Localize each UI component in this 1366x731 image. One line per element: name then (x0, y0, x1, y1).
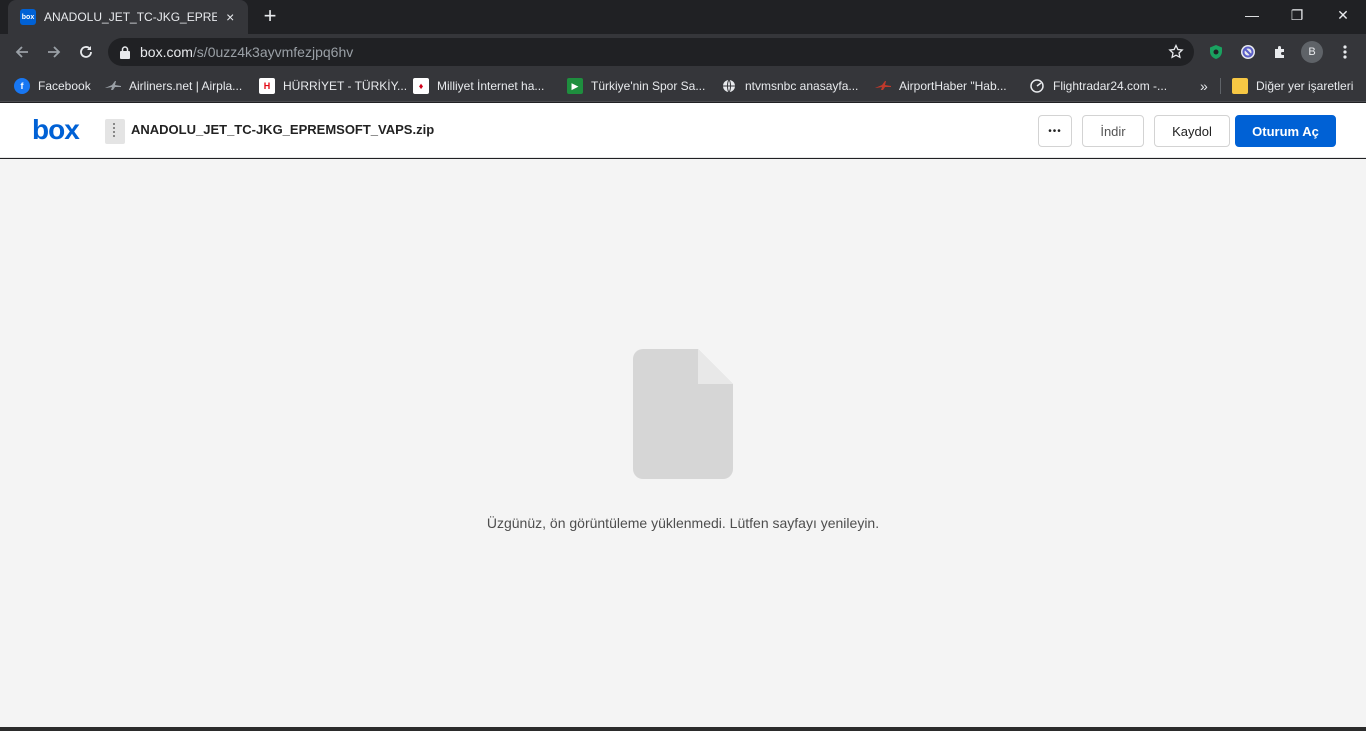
bottom-edge (0, 727, 1366, 731)
bookmark-label: AirportHaber "Hab... (899, 79, 1007, 93)
bookmark-label: Türkiye'nin Spor Sa... (591, 79, 706, 93)
preview-error-message: Üzgünüz, ön görüntüleme yüklenmedi. Lütf… (486, 515, 880, 531)
tab-title: ANADOLU_JET_TC-JKG_EPREMSOFT_VAPS.zip (44, 10, 217, 24)
bookmark-label: Diğer yer işaretleri (1256, 79, 1354, 93)
bookmark-label: Milliyet İnternet ha... (437, 79, 545, 93)
zip-file-icon (105, 119, 125, 144)
forward-arrow-icon (48, 46, 61, 58)
profile-avatar[interactable]: B (1301, 41, 1323, 63)
download-button[interactable]: İndir (1082, 115, 1144, 147)
file-name: ANADOLU_JET_TC-JKG_EPREMSOFT_VAPS.zip (131, 122, 435, 137)
url-path: /s/0uzz4k3ayvmfezjpq6hv (192, 44, 354, 60)
url-host: box.com (140, 44, 193, 60)
bookmark-label: Flightradar24.com -... (1053, 79, 1168, 93)
bookmark-hurriyet[interactable]: H HÜRRİYET - TÜRKİY... (259, 76, 407, 96)
blocker-extension-icon[interactable] (1238, 42, 1258, 62)
more-options-button[interactable]: ••• (1038, 115, 1072, 147)
minimize-button[interactable]: — (1229, 0, 1275, 30)
box-favicon-icon: box (20, 9, 36, 25)
bookmark-milliyet[interactable]: ♦ Milliyet İnternet ha... (413, 76, 544, 96)
tab-strip: box ANADOLU_JET_TC-JKG_EPREMSOFT_VAPS.zi… (0, 0, 1366, 34)
address-bar[interactable]: box.com/s/0uzz4k3ayvmfezjpq6hv (108, 38, 1194, 66)
bookmarks-separator (1220, 78, 1221, 94)
bookmark-spor[interactable]: ▶ Türkiye'nin Spor Sa... (567, 76, 705, 96)
spor-icon: ▶ (567, 78, 583, 94)
shield-extension-icon[interactable] (1206, 42, 1226, 62)
window-close-button[interactable]: ✕ (1320, 0, 1366, 30)
bookmark-label: HÜRRİYET - TÜRKİY... (283, 79, 408, 93)
back-button[interactable] (9, 39, 35, 65)
forward-button[interactable] (41, 39, 67, 65)
browser-toolbar: box.com/s/0uzz4k3ayvmfezjpq6hv B (0, 34, 1366, 70)
browser-tab[interactable]: box ANADOLU_JET_TC-JKG_EPREMSOFT_VAPS.zi… (8, 0, 248, 34)
folder-icon (1232, 78, 1248, 94)
file-placeholder-icon (633, 349, 733, 479)
globe-icon (721, 78, 737, 94)
bookmark-flightradar[interactable]: Flightradar24.com -... (1029, 76, 1167, 96)
extensions-puzzle-icon[interactable] (1270, 42, 1290, 62)
reload-icon (80, 46, 92, 58)
restore-button[interactable]: ❐ (1274, 0, 1320, 30)
bookmarks-overflow-button[interactable]: » (1200, 76, 1208, 96)
reload-button[interactable] (73, 39, 99, 65)
flightradar-icon (1029, 78, 1045, 94)
bookmark-label: ntvmsnbc anasayfa... (745, 79, 859, 93)
airporthaber-icon (875, 78, 891, 94)
bookmark-airporthaber[interactable]: AirportHaber "Hab... (875, 76, 1007, 96)
signup-button[interactable]: Kaydol (1154, 115, 1230, 147)
new-tab-button[interactable]: + (258, 5, 282, 29)
facebook-icon: f (14, 78, 30, 94)
bookmark-ntvmsnbc[interactable]: ntvmsnbc anasayfa... (721, 76, 858, 96)
preview-area: Üzgünüz, ön görüntüleme yüklenmedi. Lütf… (0, 159, 1366, 727)
box-header: box ANADOLU_JET_TC-JKG_EPREMSOFT_VAPS.zi… (0, 103, 1366, 158)
airliners-icon (105, 78, 121, 94)
box-logo[interactable]: box (32, 114, 80, 146)
bookmark-label: Airliners.net | Airpla... (129, 79, 243, 93)
milliyet-icon: ♦ (413, 78, 429, 94)
chrome-menu-icon[interactable] (1335, 42, 1355, 62)
lock-icon (120, 45, 130, 59)
bookmark-label: Facebook (38, 79, 91, 93)
url-text: box.com/s/0uzz4k3ayvmfezjpq6hv (140, 44, 353, 60)
bookmark-facebook[interactable]: f Facebook (14, 76, 91, 96)
back-arrow-icon (15, 46, 28, 58)
tab-close-icon[interactable]: × (223, 9, 239, 25)
login-button[interactable]: Oturum Aç (1235, 115, 1336, 147)
hurriyet-icon: H (259, 78, 275, 94)
bookmarks-bar: f Facebook Airliners.net | Airpla... H H… (0, 70, 1366, 102)
bookmark-star-icon[interactable] (1168, 44, 1184, 60)
other-bookmarks-folder[interactable]: Diğer yer işaretleri (1232, 76, 1353, 96)
bookmark-airliners[interactable]: Airliners.net | Airpla... (105, 76, 242, 96)
